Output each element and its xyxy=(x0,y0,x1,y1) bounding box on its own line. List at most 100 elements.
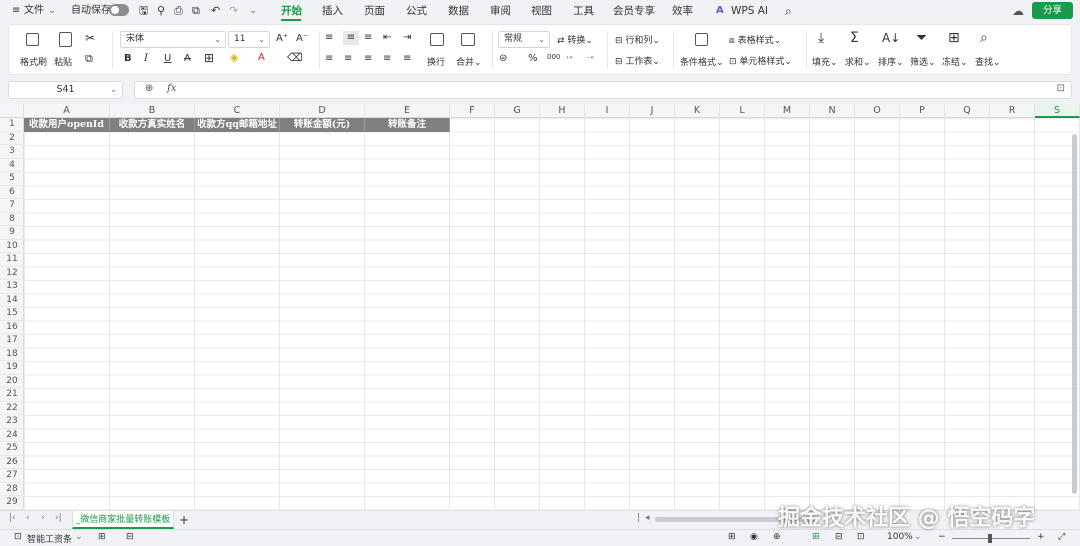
header-cell[interactable]: 收款方qq邮箱地址 xyxy=(195,118,280,132)
row-header[interactable]: 28 xyxy=(0,483,24,496)
tab-page[interactable]: 页面 xyxy=(364,0,385,22)
row-header[interactable]: 3 xyxy=(0,145,24,159)
first-sheet-icon[interactable]: |‹ xyxy=(9,513,16,523)
column-header-e[interactable]: E xyxy=(365,104,450,118)
align-center-icon[interactable]: ≡ xyxy=(344,52,352,66)
row-header[interactable]: 15 xyxy=(0,307,24,321)
formula-bar[interactable]: ⊕ fx ⊡ xyxy=(134,81,1072,99)
increase-font-icon[interactable]: A⁺ xyxy=(276,32,288,46)
row-header[interactable]: 11 xyxy=(0,253,24,267)
expand-formula-icon[interactable]: ⊡ xyxy=(1057,83,1065,94)
fullscreen-icon[interactable]: ⤢ xyxy=(1058,532,1065,542)
italic-button[interactable]: I xyxy=(144,52,148,66)
fx-icon[interactable]: fx xyxy=(167,83,176,94)
align-bottom-icon[interactable]: ≡ xyxy=(364,31,372,45)
page-break-icon[interactable]: ⊡ xyxy=(857,532,865,542)
rows-cols-button[interactable]: ⊟ 行和列⌄ xyxy=(615,33,660,46)
row-header[interactable]: 27 xyxy=(0,469,24,483)
save-icon[interactable]: 🖫 xyxy=(139,0,148,22)
print-icon[interactable]: ⎙ xyxy=(174,0,183,22)
row-header[interactable]: 17 xyxy=(0,334,24,348)
copy-icon[interactable]: ⧉ xyxy=(85,52,93,66)
column-header-r[interactable]: R xyxy=(990,104,1035,118)
column-header-p[interactable]: P xyxy=(900,104,945,118)
tab-wps-ai[interactable]: WPS AI xyxy=(731,0,768,22)
tab-review[interactable]: 审阅 xyxy=(490,0,511,22)
header-cell[interactable]: 转账金额(元) xyxy=(280,118,365,132)
menu-icon[interactable]: ≡ xyxy=(12,0,20,22)
row-header[interactable]: 10 xyxy=(0,240,24,253)
align-middle-icon[interactable]: ≡ xyxy=(343,31,359,45)
header-cell[interactable]: 收款用户openId xyxy=(24,118,110,132)
redo-icon[interactable]: ↷ xyxy=(229,0,238,22)
column-header-i[interactable]: I xyxy=(585,104,630,118)
tab-insert[interactable]: 插入 xyxy=(322,0,343,22)
header-cell[interactable]: 转账备注 xyxy=(365,118,450,132)
find-button[interactable]: 查找⌄ xyxy=(975,55,1001,68)
last-sheet-icon[interactable]: ›| xyxy=(55,513,62,523)
prev-sheet-icon[interactable]: ‹ xyxy=(26,513,30,523)
border-icon[interactable]: ⊞ xyxy=(204,51,214,65)
tab-tools[interactable]: 工具 xyxy=(573,0,594,22)
column-header-m[interactable]: M xyxy=(765,104,810,118)
fill-button[interactable]: 填充⌄ xyxy=(812,55,838,68)
bold-button[interactable]: B xyxy=(124,52,132,66)
row-header[interactable]: 2 xyxy=(0,132,24,145)
row-header[interactable]: 25 xyxy=(0,442,24,456)
row-header[interactable]: 14 xyxy=(0,294,24,307)
tab-member[interactable]: 会员专享 xyxy=(613,0,655,22)
convert-button[interactable]: ⇄ 转换⌄ xyxy=(557,33,593,46)
column-header-j[interactable]: J xyxy=(630,104,675,118)
macro-icon[interactable]: ⊞ xyxy=(98,532,106,542)
doc-icon[interactable]: ⊟ xyxy=(126,532,134,542)
column-header-l[interactable]: L xyxy=(720,104,765,118)
payroll-button[interactable]: 智能工资条 xyxy=(27,532,72,545)
justify-icon[interactable]: ≡ xyxy=(383,52,391,66)
row-header[interactable]: 22 xyxy=(0,402,24,415)
cut-icon[interactable]: ✂ xyxy=(85,31,95,45)
vertical-scrollbar[interactable] xyxy=(1072,134,1077,494)
eye-icon[interactable]: ◉ xyxy=(750,532,758,542)
share-button[interactable]: 分享 xyxy=(1032,2,1073,19)
column-header-n[interactable]: N xyxy=(810,104,855,118)
row-header[interactable]: 23 xyxy=(0,415,24,429)
row-header[interactable]: 9 xyxy=(0,226,24,240)
tab-efficiency[interactable]: 效率 xyxy=(672,0,693,22)
font-name-select[interactable]: 宋体 ⌄ xyxy=(120,31,226,48)
underline-button[interactable]: U xyxy=(164,52,171,66)
column-header-a[interactable]: A xyxy=(24,104,110,118)
tab-data[interactable]: 数据 xyxy=(448,0,469,22)
row-header[interactable]: 7 xyxy=(0,199,24,213)
file-menu[interactable]: 文件 xyxy=(24,0,44,22)
align-top-icon[interactable]: ≡ xyxy=(325,31,333,45)
thousands-button[interactable]: 000 xyxy=(547,50,560,64)
page-layout-icon[interactable]: ⊟ xyxy=(835,532,843,542)
tab-formula[interactable]: 公式 xyxy=(406,0,427,22)
chevron-down-icon[interactable]: ⌄ xyxy=(75,532,83,542)
column-header-c[interactable]: C xyxy=(195,104,280,118)
column-header-o[interactable]: O xyxy=(855,104,900,118)
currency-icon[interactable]: ⊜ xyxy=(499,52,507,66)
decrease-font-icon[interactable]: A⁻ xyxy=(296,32,308,46)
font-size-select[interactable]: 11 ⌄ xyxy=(228,31,270,48)
row-header[interactable]: 24 xyxy=(0,429,24,442)
row-header[interactable]: 4 xyxy=(0,159,24,172)
zoom-level[interactable]: 100% xyxy=(887,532,913,542)
merge-cells-button[interactable]: 合并⌄ xyxy=(456,55,482,68)
cell-area[interactable]: 收款用户openId 收款方真实姓名 收款方qq邮箱地址 转账金额(元) 转账备注 xyxy=(24,118,1080,510)
font-color-icon[interactable]: A xyxy=(258,51,265,65)
link-icon[interactable]: ⚲ xyxy=(157,0,165,22)
column-header-k[interactable]: K xyxy=(675,104,720,118)
align-left-icon[interactable]: ≡ xyxy=(325,52,333,66)
row-header[interactable]: 16 xyxy=(0,321,24,334)
print-preview-icon[interactable]: ⧉ xyxy=(192,0,200,22)
row-header[interactable]: 1 xyxy=(0,118,24,132)
chevron-down-icon[interactable]: ⌄ xyxy=(249,0,257,22)
search-icon[interactable]: ⌕ xyxy=(785,0,792,22)
view-icon[interactable]: ⊞ xyxy=(728,532,736,542)
freeze-button[interactable]: 冻结⌄ xyxy=(942,55,968,68)
tab-view[interactable]: 视图 xyxy=(531,0,552,22)
row-header[interactable]: 8 xyxy=(0,213,24,226)
row-header[interactable]: 13 xyxy=(0,280,24,294)
header-cell[interactable]: 收款方真实姓名 xyxy=(110,118,195,132)
